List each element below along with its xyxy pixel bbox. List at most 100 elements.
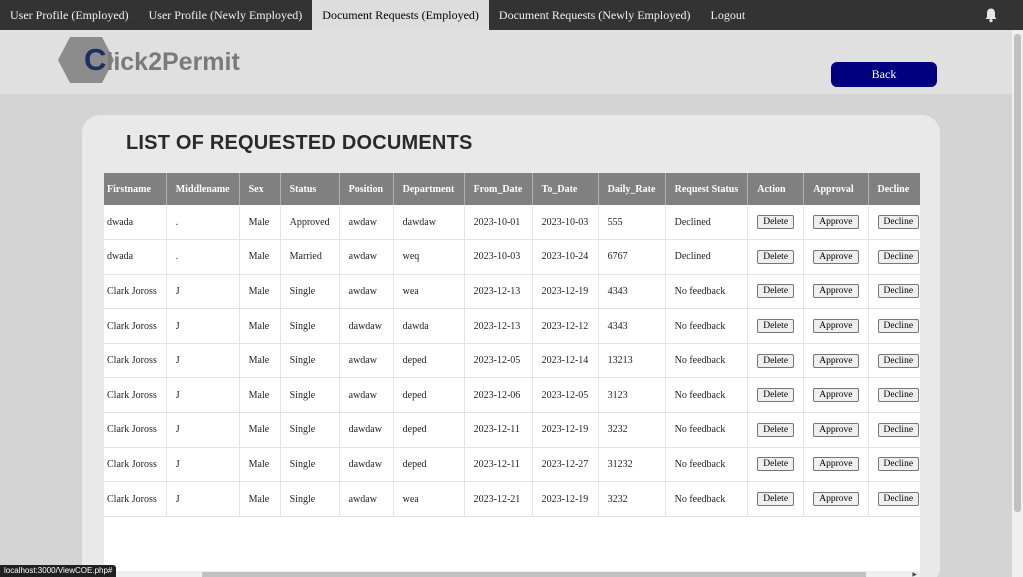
decline-button[interactable]: Decline [877,284,920,299]
cell-middlename: . [166,239,240,275]
table-header-row: Firstname Middlename Sex Status Position Depa… [104,173,920,205]
approve-button[interactable]: Approve [813,353,859,368]
delete-button[interactable]: Delete [757,249,795,264]
cell-to-date: 2023-12-14 [532,343,599,379]
delete-button[interactable]: Delete [757,492,795,507]
cell-sex: Male [239,343,281,379]
cell-firstname: Clark Joross [104,412,167,448]
cell-to-date: 2023-10-03 [532,205,599,241]
decline-button[interactable]: Decline [877,422,920,437]
vertical-scrollbar-thumb[interactable] [1014,34,1021,512]
cell-department: deped [393,377,465,414]
approve-button[interactable]: Approve [813,319,859,334]
cell-request-status: No feedback [665,447,749,483]
cell-decline: Decline [868,205,920,241]
cell-department: deped [393,447,465,483]
cell-approve: Approve [803,274,869,310]
decline-button[interactable]: Decline [877,457,920,472]
nav-item-user-profile-newly-employed[interactable]: User Profile (Newly Employed) [139,0,313,30]
decline-button[interactable]: Decline [877,215,920,230]
decline-button[interactable]: Decline [877,353,920,368]
cell-approve: Approve [803,377,869,414]
cell-department: dawdaw [393,205,465,241]
nav-item-user-profile-employed[interactable]: User Profile (Employed) [0,0,139,30]
click2permit-logo[interactable]: Click2Permit [58,37,248,83]
delete-button[interactable]: Delete [757,284,795,299]
cell-firstname: Clark Joross [104,308,167,344]
cell-status: Single [280,412,340,448]
approve-button[interactable]: Approve [813,492,859,507]
cell-to-date: 2023-12-19 [532,481,599,517]
cell-middlename: J [166,447,240,483]
cell-status: Single [280,447,340,483]
column-header-middlename: Middlename [166,173,240,205]
cell-position: awdaw [339,481,394,517]
bell-icon[interactable] [983,7,999,23]
decline-button[interactable]: Decline [877,319,920,334]
cell-to-date: 2023-12-12 [532,308,599,344]
cell-status: Married [280,239,340,275]
cell-firstname: dwada [104,205,167,241]
nav-item-document-requests-employed[interactable]: Document Requests (Employed) [312,0,489,30]
cell-daily-rate: 4343 [598,308,666,344]
cell-delete: Delete [747,447,805,483]
approve-button[interactable]: Approve [813,284,859,299]
nav-item-logout[interactable]: Logout [701,0,756,30]
cell-to-date: 2023-12-05 [532,377,599,414]
cell-request-status: No feedback [665,308,749,344]
cell-from-date: 2023-12-05 [464,343,533,379]
table-row: Clark Joross J Male Single awdaw deped 2023-12… [104,377,920,414]
approve-button[interactable]: Approve [813,388,859,403]
cell-status: Single [280,274,340,310]
cell-decline: Decline [868,308,920,344]
nav-item-document-requests-newly-employed[interactable]: Document Requests (Newly Employed) [489,0,701,30]
cell-from-date: 2023-10-03 [464,239,533,275]
scroll-right-arrow-icon[interactable]: ▶ [912,571,917,577]
cell-position: dawdaw [339,447,394,483]
horizontal-scrollbar[interactable]: ▶ [104,571,920,577]
cell-from-date: 2023-12-13 [464,308,533,344]
cell-decline: Decline [868,412,920,448]
column-header-to-date: To_Date [532,173,599,205]
approve-button[interactable]: Approve [813,249,859,264]
top-nav: User Profile (Employed) User Profile (New… [0,0,1023,30]
requests-table-container[interactable]: Firstname Middlename Sex Status Position Depa… [104,173,920,571]
page-title: LIST OF REQUESTED DOCUMENTS [126,132,473,154]
column-header-position: Position [339,173,394,205]
cell-approve: Approve [803,239,869,275]
approve-button[interactable]: Approve [813,457,859,472]
cell-firstname: Clark Joross [104,377,167,414]
cell-sex: Male [239,377,281,414]
table-row: dwada. Male Approved awdaw dawdaw 2023-10-01 2… [104,205,920,241]
cell-delete: Delete [747,343,805,379]
delete-button[interactable]: Delete [757,457,795,472]
cell-daily-rate: 6767 [598,239,666,275]
cell-middlename: J [166,377,240,414]
delete-button[interactable]: Delete [757,422,795,437]
cell-delete: Delete [747,481,805,517]
table-row: Clark Joross J Male Single dawdaw deped 2023-1… [104,447,920,483]
cell-firstname: dwada [104,239,167,275]
cell-sex: Male [239,308,281,344]
cell-from-date: 2023-12-11 [464,412,533,448]
approve-button[interactable]: Approve [813,422,859,437]
status-bar-url: localhost:3000/ViewCOE.php# [0,565,117,577]
cell-delete: Delete [747,308,805,344]
cell-from-date: 2023-12-13 [464,274,533,310]
cell-from-date: 2023-12-06 [464,377,533,414]
back-button[interactable]: Back [831,62,937,87]
delete-button[interactable]: Delete [757,388,795,403]
delete-button[interactable]: Delete [757,319,795,334]
vertical-scrollbar[interactable] [1012,30,1023,577]
delete-button[interactable]: Delete [757,353,795,368]
decline-button[interactable]: Decline [877,492,920,507]
decline-button[interactable]: Decline [877,249,920,264]
approve-button[interactable]: Approve [813,215,859,230]
cell-approve: Approve [803,447,869,483]
horizontal-scrollbar-thumb[interactable] [202,572,866,577]
column-header-daily-rate: Daily_Rate [598,173,666,205]
cell-approve: Approve [803,481,869,517]
delete-button[interactable]: Delete [757,215,795,230]
decline-button[interactable]: Decline [877,388,920,403]
cell-delete: Delete [747,377,805,414]
